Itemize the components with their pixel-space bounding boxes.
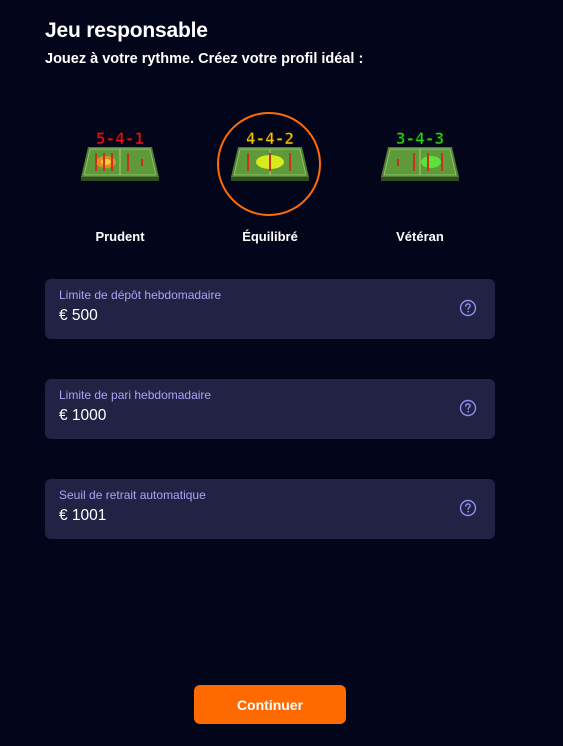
- responsible-gaming-screen: Jeu responsable Jouez à votre rythme. Cr…: [0, 0, 563, 746]
- field-label: Seuil de retrait automatique: [59, 488, 206, 502]
- football-field-icon: 5-4-1: [81, 130, 159, 181]
- deposit-limit-field[interactable]: Limite de dépôt hebdomadaire € 500: [45, 279, 495, 339]
- field-value[interactable]: € 1001: [59, 507, 106, 525]
- withdrawal-threshold-field[interactable]: Seuil de retrait automatique € 1001: [45, 479, 495, 539]
- field-value[interactable]: € 1000: [59, 407, 106, 425]
- profile-selector: 5-4-1 Prudent 4-4-2 Équilibré 3-4-3 Vété…: [45, 110, 495, 250]
- profile-label: Équilibré: [242, 229, 298, 244]
- help-circle-icon[interactable]: [459, 399, 477, 417]
- football-field-icon: 4-4-2: [231, 130, 309, 181]
- profile-icon-equilibre: 4-4-2: [215, 110, 325, 220]
- field-label: Limite de pari hebdomadaire: [59, 388, 212, 402]
- field-label: Limite de dépôt hebdomadaire: [59, 288, 222, 302]
- profile-icon-veteran: 3-4-3: [365, 110, 475, 220]
- help-circle-icon[interactable]: [459, 299, 477, 317]
- formation-label: 4-4-2: [246, 130, 294, 148]
- profile-option-equilibre[interactable]: 4-4-2 Équilibré: [195, 110, 345, 250]
- profile-label: Prudent: [95, 229, 145, 244]
- page-title: Jeu responsable: [45, 19, 208, 42]
- profile-option-prudent[interactable]: 5-4-1 Prudent: [45, 110, 195, 250]
- football-field-icon: 3-4-3: [381, 130, 459, 181]
- bet-limit-field[interactable]: Limite de pari hebdomadaire € 1000: [45, 379, 495, 439]
- profile-icon-prudent: 5-4-1: [65, 110, 175, 220]
- profile-option-veteran[interactable]: 3-4-3 Vétéran: [345, 110, 495, 250]
- continue-button[interactable]: Continuer: [194, 685, 346, 724]
- page-subtitle: Jouez à votre rythme. Créez votre profil…: [45, 51, 364, 67]
- formation-label: 3-4-3: [396, 130, 444, 148]
- profile-label: Vétéran: [396, 229, 444, 244]
- help-circle-icon[interactable]: [459, 499, 477, 517]
- formation-label: 5-4-1: [96, 130, 144, 148]
- field-value[interactable]: € 500: [59, 307, 98, 325]
